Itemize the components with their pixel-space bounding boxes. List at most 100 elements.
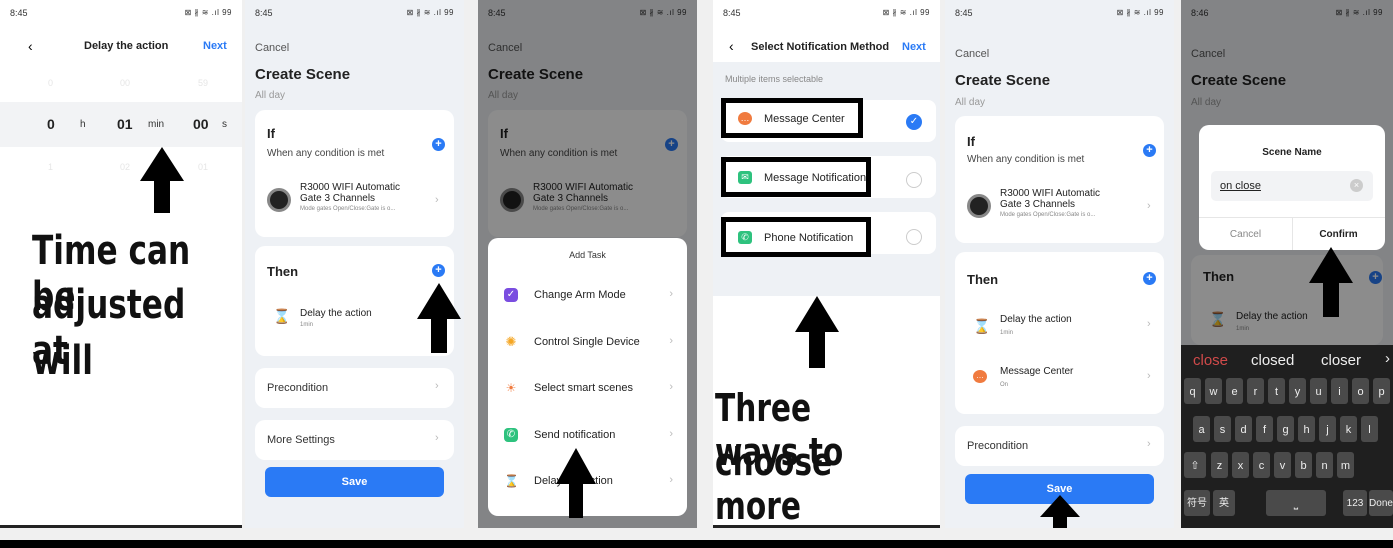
next-button[interactable]: Next (203, 40, 227, 52)
method-message-center[interactable]: … Message Center (721, 98, 863, 138)
chevron-right-icon: › (669, 335, 673, 347)
add-condition-icon[interactable]: + (432, 138, 445, 151)
page-title: Create Scene (255, 66, 351, 83)
precondition-row[interactable]: Precondition › (255, 368, 454, 408)
more-settings-label: More Settings (267, 434, 335, 446)
key-o[interactable]: o (1352, 378, 1369, 404)
key-h[interactable]: h (1298, 416, 1315, 442)
screen-select-notification: 8:45 ⊠ ∦ ≋ .ıl 99 ‹ Select Notification M… (713, 0, 940, 528)
key-b[interactable]: b (1295, 452, 1312, 478)
next-button[interactable]: Next (902, 41, 926, 53)
task-send-notification[interactable]: ✆ Send notification › (504, 428, 673, 448)
back-icon[interactable]: ‹ (729, 38, 734, 54)
checked-icon[interactable]: ✓ (906, 114, 922, 130)
key-s[interactable]: s (1214, 416, 1231, 442)
action-name[interactable]: Delay the action (1000, 314, 1072, 325)
precondition-row[interactable]: Precondition › (955, 426, 1164, 466)
action-name[interactable]: Message Center (1000, 366, 1073, 377)
key-y[interactable]: y (1289, 378, 1306, 404)
cancel-link[interactable]: Cancel (955, 48, 989, 60)
mail-icon: ✉ (738, 171, 752, 184)
scene-name-input[interactable]: on close × (1211, 171, 1373, 201)
phone-icon: ✆ (504, 428, 518, 442)
key-k[interactable]: k (1340, 416, 1357, 442)
suggestion[interactable]: closer (1321, 352, 1361, 369)
seconds-unit: s (222, 119, 227, 130)
dialog-cancel-button[interactable]: Cancel (1199, 229, 1292, 240)
key-m[interactable]: m (1337, 452, 1354, 478)
key-l[interactable]: l (1361, 416, 1378, 442)
key-p[interactable]: p (1373, 378, 1390, 404)
dialog-confirm-button[interactable]: Confirm (1292, 229, 1385, 240)
key-d[interactable]: d (1235, 416, 1252, 442)
chevron-right-icon[interactable]: › (1385, 350, 1390, 367)
action-name[interactable]: Delay the action (300, 308, 372, 319)
key-w[interactable]: w (1205, 378, 1222, 404)
add-action-icon[interactable]: + (432, 264, 445, 277)
space-key[interactable]: ⎵ (1266, 490, 1326, 516)
chevron-right-icon: › (1147, 370, 1151, 382)
back-icon[interactable]: ‹ (28, 38, 33, 54)
add-condition-icon[interactable]: + (1143, 144, 1156, 157)
chevron-right-icon: › (1147, 438, 1151, 450)
lang-key[interactable]: 英 (1213, 490, 1235, 516)
unchecked-icon[interactable] (906, 229, 922, 245)
key-v[interactable]: v (1274, 452, 1291, 478)
sym-key[interactable]: 符号 (1184, 490, 1210, 516)
task-select-smart-scenes[interactable]: ☀ Select smart scenes › (504, 381, 673, 401)
done-key[interactable]: Done (1369, 490, 1393, 516)
device-subtitle: Mode gates Open/Close:Gate is o... (300, 206, 396, 212)
message-bubble-icon: … (738, 112, 752, 125)
key-n[interactable]: n (1316, 452, 1333, 478)
key-c[interactable]: c (1253, 452, 1270, 478)
condition-selector[interactable]: When any condition is met (967, 154, 1084, 165)
cancel-link[interactable]: Cancel (255, 42, 289, 54)
key-t[interactable]: t (1268, 378, 1285, 404)
key-z[interactable]: z (1211, 452, 1228, 478)
key-i[interactable]: i (1331, 378, 1348, 404)
seconds-wheel[interactable]: 00 (193, 116, 209, 132)
method-phone-notification[interactable]: ✆ Phone Notification (721, 217, 871, 257)
add-action-icon[interactable]: + (1143, 272, 1156, 285)
status-icons: ⊠ ∦ ≋ .ıl 99 (882, 8, 930, 17)
shift-key[interactable]: ⇧ (1184, 452, 1206, 478)
suggestion[interactable]: closed (1251, 352, 1294, 369)
key-x[interactable]: x (1232, 452, 1249, 478)
key-e[interactable]: e (1226, 378, 1243, 404)
sunrise-icon: ☀ (505, 381, 517, 395)
key-f[interactable]: f (1256, 416, 1273, 442)
unchecked-icon[interactable] (906, 172, 922, 188)
hint-text: Multiple items selectable (725, 74, 824, 84)
device-name[interactable]: R3000 WIFI Automatic (300, 182, 400, 193)
device-name-2: Gate 3 Channels (1000, 199, 1076, 210)
task-change-arm-mode[interactable]: ✓ Change Arm Mode › (504, 288, 673, 308)
minutes-wheel[interactable]: 01 (117, 116, 133, 132)
task-label: Control Single Device (534, 336, 640, 348)
picker-ghost: 0 (48, 78, 54, 88)
key-q[interactable]: q (1184, 378, 1201, 404)
method-message-notification[interactable]: ✉ Message Notification (721, 157, 871, 197)
key-g[interactable]: g (1277, 416, 1294, 442)
device-name[interactable]: R3000 WIFI Automatic (1000, 188, 1100, 199)
key-j[interactable]: j (1319, 416, 1336, 442)
status-time: 8:45 (723, 8, 741, 18)
more-settings-row[interactable]: More Settings › (255, 420, 454, 460)
hours-wheel[interactable]: 0 (47, 116, 55, 132)
save-button[interactable]: Save (265, 467, 444, 497)
chevron-right-icon: › (435, 380, 439, 392)
arrow-up-icon (556, 448, 596, 518)
task-label: Send notification (534, 429, 616, 441)
phone-icon: ✆ (738, 231, 752, 244)
clear-icon[interactable]: × (1350, 179, 1363, 192)
key-r[interactable]: r (1247, 378, 1264, 404)
suggestion[interactable]: close (1193, 352, 1228, 369)
task-control-single-device[interactable]: ✺ Control Single Device › (504, 335, 673, 355)
status-time: 8:45 (255, 8, 273, 18)
num-key[interactable]: 123 (1343, 490, 1367, 516)
page-title: Create Scene (955, 72, 1051, 89)
key-a[interactable]: a (1193, 416, 1210, 442)
sun-icon: ✺ (505, 334, 517, 349)
arrow-up-icon (795, 296, 839, 368)
condition-selector[interactable]: When any condition is met (267, 148, 384, 159)
key-u[interactable]: u (1310, 378, 1327, 404)
